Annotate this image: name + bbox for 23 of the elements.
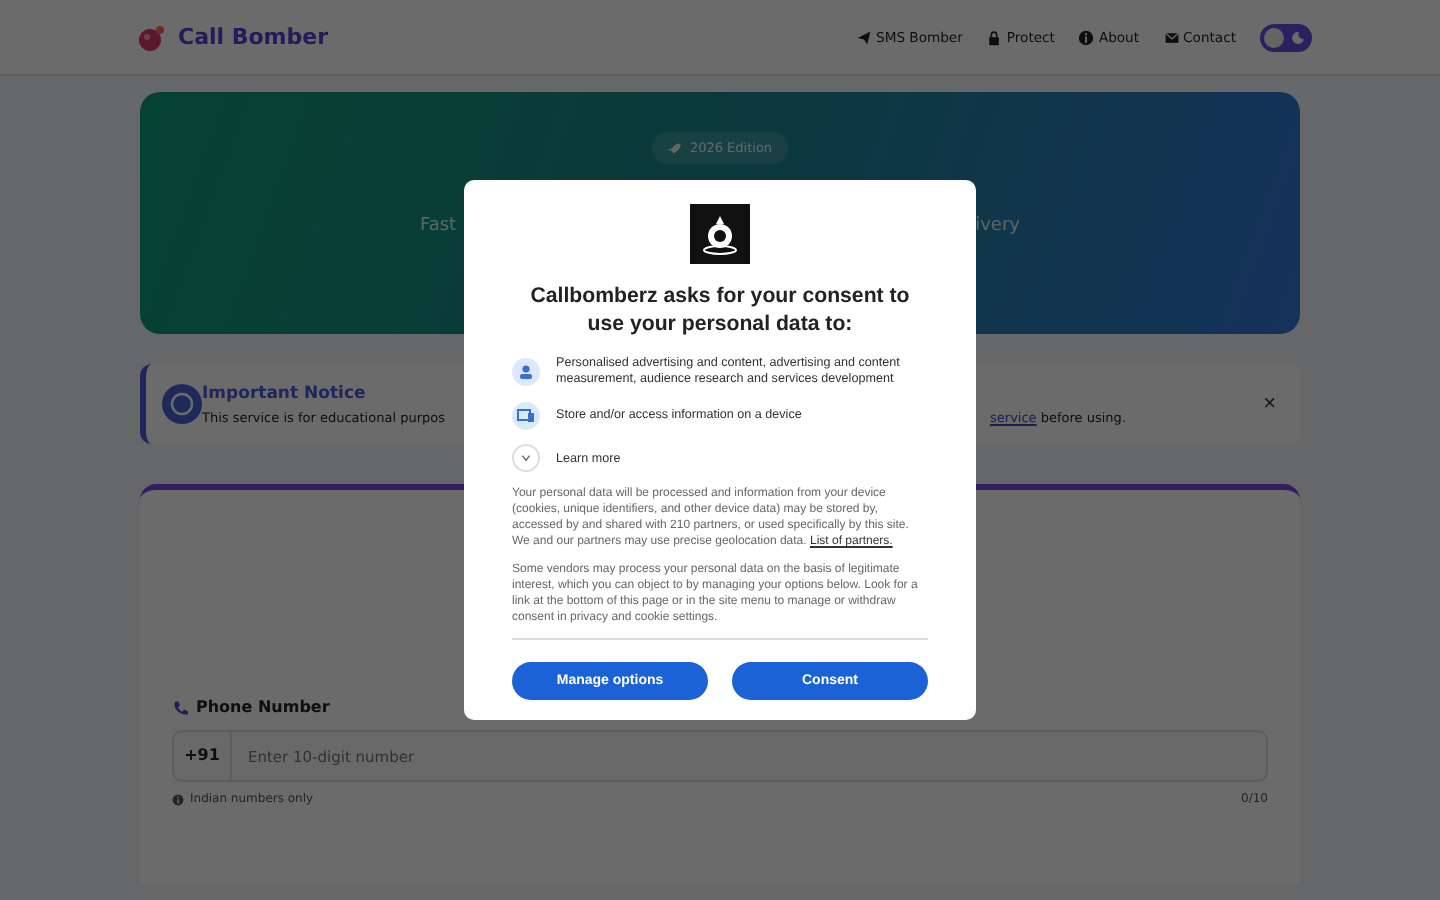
bomb-icon	[138, 23, 166, 51]
field-label: Phone Number	[196, 698, 330, 716]
theme-toggle[interactable]	[1260, 23, 1312, 51]
dialog-title: Callbomberz asks for your consent to use your personal data to:	[528, 282, 912, 338]
lock-icon	[986, 29, 1003, 45]
rocket-icon	[667, 141, 682, 155]
hero-subtitle: ivery	[975, 216, 1020, 236]
person-icon	[512, 358, 540, 386]
brand-name[interactable]: Call Bomber	[178, 24, 329, 50]
phone-icon	[172, 699, 188, 715]
hero-subtitle: Fast	[420, 216, 457, 236]
close-button[interactable]: ×	[1263, 392, 1276, 416]
paper-plane-icon	[856, 29, 873, 45]
info-icon	[172, 793, 184, 805]
info-icon	[162, 384, 202, 424]
device-icon	[512, 402, 540, 430]
country-code: +91	[174, 732, 232, 780]
expand-button[interactable]	[512, 444, 540, 472]
notice-title: Important Notice	[202, 383, 368, 403]
chevron-icon	[520, 452, 532, 464]
moon-icon	[1292, 31, 1304, 43]
info-icon	[1078, 29, 1095, 45]
mail-icon	[1163, 29, 1180, 45]
